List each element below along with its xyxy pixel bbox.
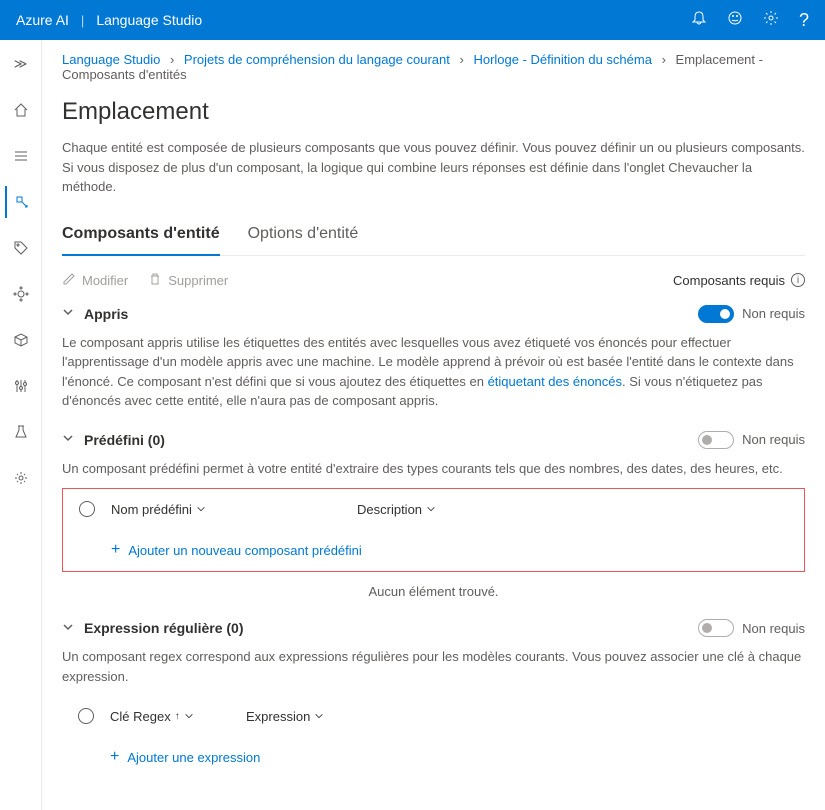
plus-icon: + [110,748,119,766]
chevron-right-icon: › [460,52,464,67]
left-sidebar: ≫ [0,40,42,810]
trash-icon [148,272,162,289]
predefined-table: Nom prédéfini Description + Ajouter un n… [62,488,805,572]
chevron-down-icon [314,709,324,724]
learned-title: Appris [84,306,128,322]
sidebar-sliders-icon[interactable] [5,370,37,402]
regex-title: Expression régulière (0) [84,620,244,636]
sidebar-tag-icon[interactable] [5,232,37,264]
breadcrumb: Language Studio › Projets de compréhensi… [62,52,805,82]
sidebar-home-icon[interactable] [5,94,37,126]
page-title: Emplacement [62,98,805,126]
sidebar-settings-icon[interactable] [5,278,37,310]
column-regex-key[interactable]: Clé Regex ↑ [110,709,230,724]
learned-description: Le composant appris utilise les étiquett… [62,333,805,411]
section-regex: Expression régulière (0) Non requis Un c… [62,619,805,778]
sidebar-schema-icon[interactable] [5,186,37,218]
tab-entity-options[interactable]: Options d'entité [248,217,359,255]
chevron-down-icon [196,502,206,517]
sidebar-gear-icon[interactable] [5,462,37,494]
feedback-icon[interactable] [727,10,743,31]
predefined-toggle-label: Non requis [742,432,805,447]
chevron-down-icon[interactable] [62,306,74,321]
regex-table: Clé Regex ↑ Expression + Ajouter une exp… [62,696,805,778]
app-title[interactable]: Language Studio [96,12,202,28]
delete-label: Supprimer [168,273,228,288]
info-icon[interactable]: i [791,273,805,287]
settings-icon[interactable] [763,10,779,31]
sidebar-flask-icon[interactable] [5,416,37,448]
page-description: Chaque entité est composée de plusieurs … [62,138,805,197]
section-predefined: Prédéfini (0) Non requis Un composant pr… [62,431,805,600]
regex-toggle-label: Non requis [742,621,805,636]
sidebar-list-icon[interactable] [5,140,37,172]
sort-up-icon: ↑ [175,711,180,722]
predefined-description: Un composant prédéfini permet à votre en… [62,459,805,479]
add-predefined-button[interactable]: + Ajouter un nouveau composant prédéfini [63,529,804,571]
chevron-down-icon [426,502,436,517]
add-expression-button[interactable]: + Ajouter une expression [62,736,805,778]
delete-button[interactable]: Supprimer [148,272,228,289]
chevron-right-icon: › [662,52,666,67]
column-predefined-name[interactable]: Nom prédéfini [111,502,341,517]
brand-name[interactable]: Azure AI [16,12,69,28]
help-icon[interactable]: ? [799,10,809,31]
modify-button[interactable]: Modifier [62,272,128,289]
predefined-title: Prédéfini (0) [84,432,165,448]
breadcrumb-link-2[interactable]: Horloge - Définition du schéma [473,52,651,67]
breadcrumb-link-0[interactable]: Language Studio [62,52,160,67]
plus-icon: + [111,541,120,559]
chevron-down-icon[interactable] [62,432,74,447]
tabs: Composants d'entité Options d'entité [62,217,805,256]
required-components-label: Composants requis [673,273,785,288]
column-description[interactable]: Description [357,502,436,517]
learned-required-toggle[interactable] [698,305,734,323]
tab-entity-components[interactable]: Composants d'entité [62,217,220,255]
chevron-down-icon[interactable] [62,621,74,636]
sidebar-box-icon[interactable] [5,324,37,356]
header-divider: | [81,13,84,28]
pencil-icon [62,272,76,289]
chevron-down-icon [184,709,194,724]
chevron-right-icon: › [170,52,174,67]
regex-required-toggle [698,619,734,637]
empty-message: Aucun élément trouvé. [62,584,805,599]
breadcrumb-link-1[interactable]: Projets de compréhension du langage cour… [184,52,450,67]
notification-icon[interactable] [691,10,707,31]
sidebar-expand-icon[interactable]: ≫ [5,48,37,80]
learned-toggle-label: Non requis [742,306,805,321]
select-all-radio[interactable] [78,708,94,724]
regex-description: Un composant regex correspond aux expres… [62,647,805,686]
section-learned: Appris Non requis Le composant appris ut… [62,305,805,411]
predefined-required-toggle [698,431,734,449]
modify-label: Modifier [82,273,128,288]
select-all-radio[interactable] [79,501,95,517]
toolbar: Modifier Supprimer Composants requis i [62,272,805,289]
top-header: Azure AI | Language Studio ? [0,0,825,40]
labeling-link[interactable]: étiquetant des énoncés [488,374,622,389]
column-expression[interactable]: Expression [246,709,324,724]
